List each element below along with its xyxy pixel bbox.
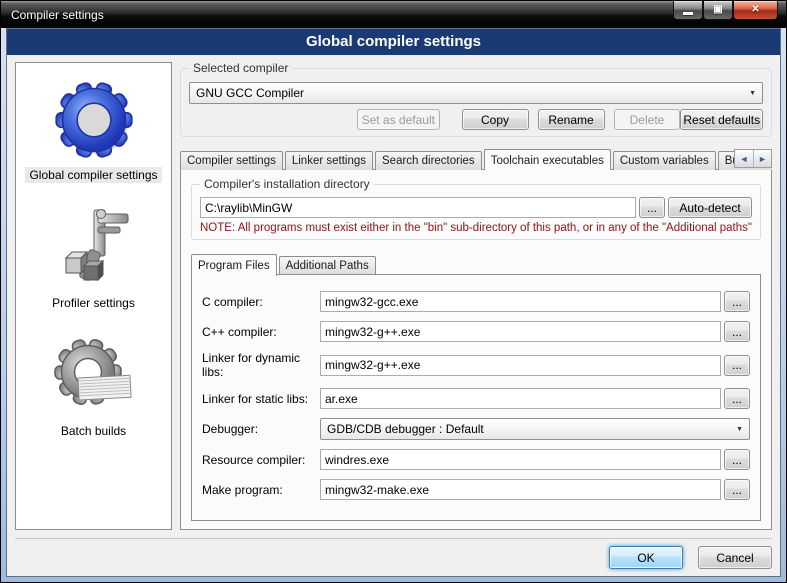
maximize-icon: ▣ (713, 5, 722, 15)
c-compiler-browse-button[interactable]: ... (724, 291, 750, 312)
field-row-c-compiler: C compiler: ... (202, 291, 750, 312)
field-row-static-linker: Linker for static libs: ... (202, 388, 750, 409)
dialog-footer: OK Cancel (15, 538, 772, 576)
set-as-default-button[interactable]: Set as default (357, 109, 440, 130)
field-row-make-program: Make program: ... (202, 479, 750, 500)
make-program-browse-button[interactable]: ... (724, 479, 750, 500)
installation-directory-input[interactable] (200, 197, 636, 218)
installation-directory-row: ... Auto-detect (200, 197, 752, 218)
field-label: Debugger: (202, 422, 320, 436)
delete-button[interactable]: Delete (614, 109, 681, 130)
toolchain-executables-panel: Compiler's installation directory ... Au… (180, 169, 772, 530)
tab-scroll-left-icon[interactable]: ◄ (735, 150, 753, 167)
resource-compiler-input[interactable] (320, 449, 721, 470)
minimize-icon: ▬ (683, 8, 693, 18)
copy-button[interactable]: Copy (462, 109, 529, 130)
installation-directory-group: Compiler's installation directory ... Au… (191, 184, 761, 240)
program-files-panel: C compiler: ... C++ compiler: (191, 274, 761, 521)
content: Global compiler settings (7, 55, 780, 530)
cancel-button[interactable]: Cancel (698, 546, 772, 569)
main-panel: Selected compiler GNU GCC Compiler ▼ Set… (180, 62, 772, 530)
tab-custom-variables[interactable]: Custom variables (613, 151, 716, 170)
rename-button[interactable]: Rename (538, 109, 605, 130)
cpp-compiler-input[interactable] (320, 321, 721, 342)
field-label: Make program: (202, 483, 320, 497)
field-row-cpp-compiler: C++ compiler: ... (202, 321, 750, 342)
program-tabs: Program Files Additional Paths (191, 252, 761, 275)
reset-defaults-button[interactable]: Reset defaults (680, 109, 763, 130)
sidebar-item-global-compiler-settings[interactable]: Global compiler settings (16, 67, 171, 195)
static-linker-browse-button[interactable]: ... (724, 388, 750, 409)
field-label: Resource compiler: (202, 453, 320, 467)
debugger-select[interactable]: GDB/CDB debugger : Default ▼ (320, 418, 750, 440)
ok-button[interactable]: OK (609, 546, 683, 569)
chevron-down-icon: ▼ (736, 426, 743, 433)
maximize-button[interactable]: ▣ (703, 1, 733, 20)
tab-additional-paths[interactable]: Additional Paths (279, 256, 376, 275)
selected-compiler-group: Selected compiler GNU GCC Compiler ▼ Set… (180, 68, 772, 137)
compiler-select-value: GNU GCC Compiler (196, 86, 304, 100)
blue-gear-icon (52, 77, 136, 163)
dialog-body: Global compiler settings (6, 28, 781, 577)
sidebar-item-label[interactable]: Profiler settings (48, 295, 139, 311)
tab-scroll-right-icon[interactable]: ► (753, 150, 771, 167)
tab-program-files[interactable]: Program Files (191, 254, 277, 276)
cpp-compiler-browse-button[interactable]: ... (724, 321, 750, 342)
debugger-select-value: GDB/CDB debugger : Default (327, 422, 484, 436)
resource-compiler-browse-button[interactable]: ... (724, 449, 750, 470)
dynamic-linker-input[interactable] (320, 355, 721, 376)
sidebar-item-label[interactable]: Global compiler settings (25, 167, 161, 183)
close-icon: ✕ (751, 5, 759, 15)
installation-directory-group-label: Compiler's installation directory (200, 177, 374, 191)
tab-linker-settings[interactable]: Linker settings (285, 151, 373, 170)
tab-toolchain-executables[interactable]: Toolchain executables (484, 149, 611, 170)
field-row-dynamic-linker: Linker for dynamic libs: ... (202, 351, 750, 379)
chevron-down-icon: ▼ (749, 90, 756, 97)
installation-note: NOTE: All programs must exist either in … (200, 222, 752, 234)
page-title: Global compiler settings (7, 29, 780, 55)
sidebar-item-profiler-settings[interactable]: Profiler settings (16, 195, 171, 323)
compiler-select[interactable]: GNU GCC Compiler ▼ (189, 82, 763, 104)
field-label: C++ compiler: (202, 325, 320, 339)
settings-category-list[interactable]: Global compiler settings (15, 62, 172, 530)
settings-tabs: Compiler settings Linker settings Search… (180, 146, 772, 170)
sidebar-item-label[interactable]: Batch builds (57, 423, 130, 439)
browse-directory-button[interactable]: ... (639, 197, 665, 218)
field-row-debugger: Debugger: GDB/CDB debugger : Default ▼ (202, 418, 750, 440)
titlebar[interactable]: Compiler settings ▬ ▣ ✕ (1, 1, 786, 28)
gray-gear-papers-icon (52, 333, 136, 419)
field-label: Linker for static libs: (202, 392, 320, 406)
auto-detect-button[interactable]: Auto-detect (668, 197, 752, 218)
field-label: Linker for dynamic libs: (202, 351, 320, 379)
make-program-input[interactable] (320, 479, 721, 500)
window-title: Compiler settings (11, 8, 104, 22)
static-linker-input[interactable] (320, 388, 721, 409)
field-label: C compiler: (202, 295, 320, 309)
selected-compiler-group-label: Selected compiler (189, 61, 292, 75)
tab-scroll-buttons: ◄ ► (734, 149, 772, 168)
tab-search-directories[interactable]: Search directories (375, 151, 482, 170)
c-compiler-input[interactable] (320, 291, 721, 312)
compiler-settings-window: Compiler settings ▬ ▣ ✕ Global compiler … (0, 0, 787, 583)
close-button[interactable]: ✕ (733, 1, 778, 20)
field-row-resource-compiler: Resource compiler: ... (202, 449, 750, 470)
caliper-icon (54, 205, 134, 291)
sidebar-item-batch-builds[interactable]: Batch builds (16, 323, 171, 451)
window-frame: Global compiler settings (1, 28, 786, 582)
caption-buttons: ▬ ▣ ✕ (673, 1, 778, 20)
compiler-buttons-row: Set as default Copy Rename Delete Reset … (189, 109, 763, 130)
tab-compiler-settings[interactable]: Compiler settings (180, 151, 283, 170)
dynamic-linker-browse-button[interactable]: ... (724, 355, 750, 376)
minimize-button[interactable]: ▬ (673, 1, 703, 20)
